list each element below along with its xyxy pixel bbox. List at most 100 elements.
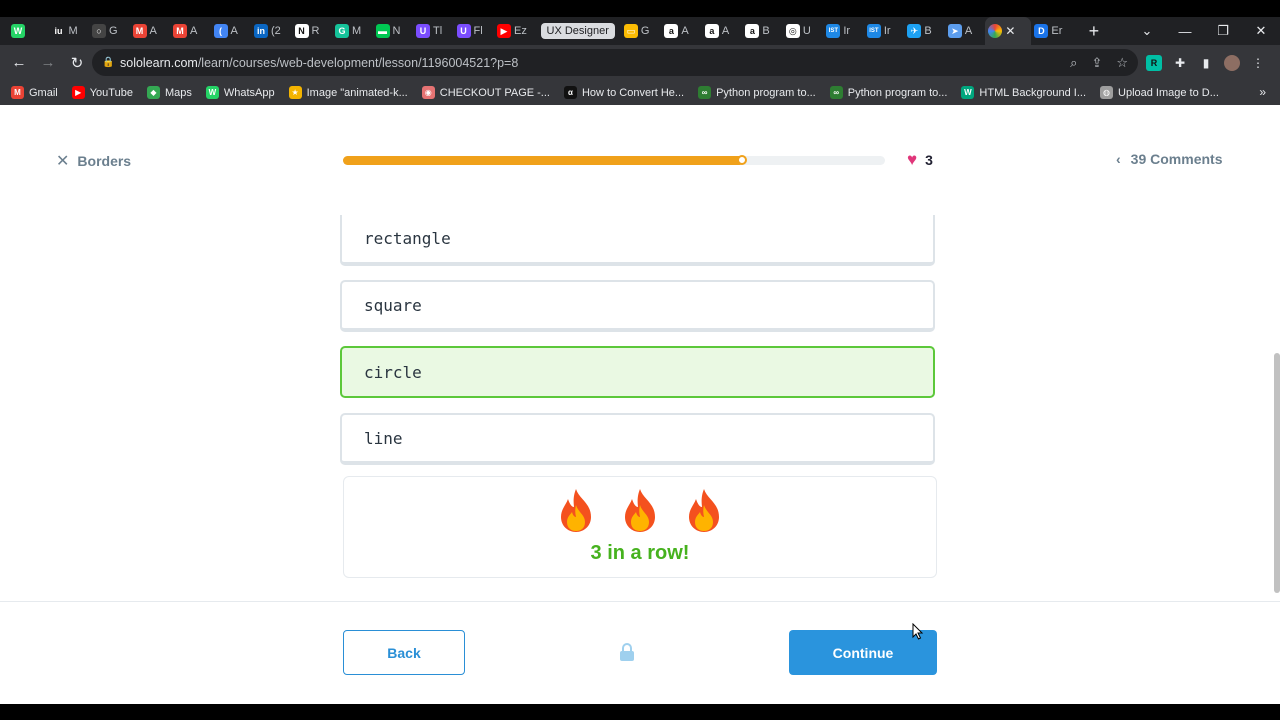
bookmark-item[interactable]: ∞ Python program to...	[698, 86, 816, 99]
comments-button[interactable]: ‹ 39 Comments	[1116, 151, 1222, 167]
browser-tab[interactable]: aB	[742, 17, 783, 45]
answer-option-correct[interactable]: circle	[340, 346, 935, 398]
browser-tab[interactable]: W	[8, 17, 49, 45]
share-icon[interactable]: ⇪	[1091, 55, 1102, 71]
fire-icon	[689, 489, 719, 532]
avatar[interactable]	[1224, 55, 1240, 71]
window-controls: ⌄ — ❐ ✕	[1128, 17, 1280, 45]
tab-group-ux-designer[interactable]: UX Designer	[535, 17, 621, 45]
hearts-counter[interactable]: ♥ 3	[907, 151, 933, 168]
tab-title: A	[149, 25, 157, 37]
bookmark-item[interactable]: W WhatsApp	[205, 86, 275, 99]
tab-title: A	[190, 25, 198, 37]
browser-tab[interactable]: aA	[661, 17, 702, 45]
heart-icon: ♥	[907, 150, 918, 169]
lesson-close-button[interactable]: ✕ Borders	[56, 151, 131, 171]
bookmark-label: CHECKOUT PAGE -...	[439, 86, 550, 99]
bookmark-label: Gmail	[29, 86, 58, 99]
close-window-icon[interactable]: ✕	[1242, 23, 1280, 39]
bookmark-label: WhatsApp	[223, 86, 275, 99]
bookmark-item[interactable]: ◉ CHECKOUT PAGE -...	[421, 86, 550, 99]
bookmark-label: Python program to...	[716, 86, 816, 99]
bookmark-star-icon[interactable]: ☆	[1116, 55, 1128, 71]
gmail-icon: M	[173, 24, 187, 38]
bookmark-label: How to Convert He...	[581, 86, 685, 99]
bookmark-label: Maps	[164, 86, 192, 99]
d-icon: D	[1034, 24, 1049, 38]
lesson-page: ✕ Borders ♥ 3 ‹ 39 Comments rectangle sq…	[0, 105, 1280, 704]
tab-title: M	[352, 25, 362, 37]
browser-tab[interactable]: U Tl	[413, 17, 454, 45]
browser-tab[interactable]: ▶ Ez	[494, 17, 535, 45]
tab-title: Ir	[843, 25, 851, 37]
answer-option-label: circle	[364, 362, 422, 382]
github-icon: ○	[92, 24, 106, 38]
page-scrollbar[interactable]	[1274, 353, 1280, 593]
browser-tab[interactable]: in (2	[251, 17, 292, 45]
browser-tab[interactable]: U Fl	[454, 17, 495, 45]
browser-tab[interactable]: MA	[170, 17, 211, 45]
tab-group-label[interactable]: UX Designer	[540, 23, 615, 39]
tab-active[interactable]: ✕	[985, 17, 1032, 45]
browser-tab[interactable]: NR	[292, 17, 333, 45]
browser-tab[interactable]: IST Ir	[823, 17, 864, 45]
url-host: sololearn.com	[120, 55, 198, 70]
browser-tab[interactable]: (A	[211, 17, 252, 45]
new-tab-button[interactable]: +	[1082, 21, 1106, 42]
r-extension-icon[interactable]: R	[1146, 55, 1162, 71]
back-arrow-icon[interactable]: ←	[6, 54, 32, 71]
url-path: /learn/courses/web-development/lesson/11…	[197, 55, 519, 70]
restore-icon[interactable]: ❐	[1204, 23, 1242, 39]
tab-title: A	[964, 25, 973, 37]
answer-option[interactable]: square	[340, 280, 935, 332]
tab-title: Ir	[883, 25, 891, 37]
browser-tab[interactable]: aA	[702, 17, 743, 45]
address-bar[interactable]: 🔒 sololearn.com/learn/courses/web-develo…	[92, 49, 1138, 76]
browser-tab[interactable]: ▬ N	[373, 17, 414, 45]
notion-icon: N	[294, 24, 309, 38]
reload-icon[interactable]: ↻	[64, 54, 90, 72]
bookmark-item[interactable]: ◆ Maps	[146, 86, 192, 99]
answer-option-label: square	[364, 295, 422, 315]
minimize-icon[interactable]: —	[1166, 24, 1204, 39]
zoom-icon[interactable]: ⌕	[1070, 55, 1077, 71]
browser-tab[interactable]: ✈ B	[904, 17, 945, 45]
close-icon[interactable]: ✕	[56, 151, 69, 171]
back-button[interactable]: Back	[343, 630, 465, 675]
answer-option-label: rectangle	[364, 229, 451, 248]
bookmark-item[interactable]: α How to Convert He...	[563, 86, 685, 99]
grammarly-icon: G	[335, 24, 349, 38]
answer-option[interactable]: line	[340, 413, 935, 465]
bookmark-item[interactable]: ∞ Python program to...	[829, 86, 947, 99]
browser-tab[interactable]: ➤ A	[945, 17, 986, 45]
bookmark-label: Image "animated-k...	[306, 86, 408, 99]
lock-icon[interactable]: 🔒	[102, 57, 116, 68]
browser-tab[interactable]: MA	[130, 17, 171, 45]
bookmarks-overflow-icon[interactable]: »	[1259, 85, 1266, 99]
forward-arrow-icon[interactable]: →	[35, 54, 61, 71]
amazon-icon: a	[664, 24, 679, 38]
bookmark-item[interactable]: M Gmail	[11, 86, 58, 99]
bookmark-item[interactable]: ▶ YouTube	[71, 86, 133, 99]
bird-icon: ✈	[907, 24, 922, 38]
bookmark-item[interactable]: ◍ Upload Image to D...	[1100, 86, 1219, 99]
sidebar-icon[interactable]: ▮	[1198, 55, 1214, 71]
browser-tab[interactable]: GM	[332, 17, 373, 45]
browser-tab[interactable]: IST Ir	[864, 17, 905, 45]
streak-flames	[344, 487, 936, 533]
bookmark-item[interactable]: W HTML Background I...	[961, 86, 1086, 99]
amazon-icon: a	[745, 24, 760, 38]
tab-title: M	[68, 25, 78, 37]
menu-kebab-icon[interactable]: ⋮	[1250, 55, 1266, 71]
browser-tab[interactable]: iu M	[49, 17, 90, 45]
bookmark-item[interactable]: ★ Image "animated-k...	[288, 86, 408, 99]
puzzle-icon[interactable]: ✚	[1172, 55, 1188, 71]
browser-tab[interactable]: ◎ U	[783, 17, 824, 45]
close-tab-icon[interactable]: ✕	[1005, 24, 1015, 38]
browser-tab[interactable]: D Er	[1031, 17, 1072, 45]
youtube-icon: ▶	[497, 24, 511, 38]
answer-option[interactable]: rectangle	[340, 215, 935, 266]
browser-tab[interactable]: ○ G	[89, 17, 130, 45]
browser-tab[interactable]: ▭ G	[621, 17, 662, 45]
tab-search-icon[interactable]: ⌄	[1128, 23, 1166, 39]
